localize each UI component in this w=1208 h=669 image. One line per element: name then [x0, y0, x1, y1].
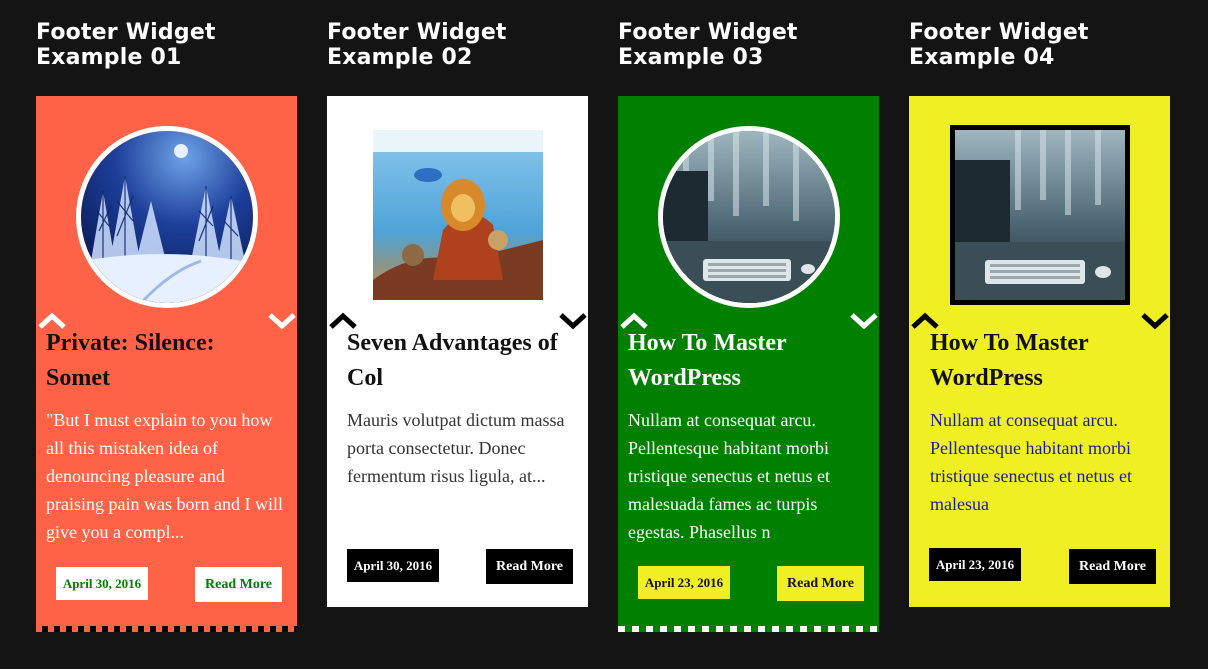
read-more-button[interactable]: Read More — [1069, 549, 1156, 584]
widget-heading: Footer Widget Example 02 — [327, 20, 507, 70]
post-title[interactable]: Private: Silence: Somet — [46, 326, 278, 396]
dashed-border — [618, 626, 879, 632]
post-thumbnail[interactable] — [657, 126, 840, 308]
post-card: Seven Advantages of Col Mauris volutpat … — [327, 96, 588, 607]
post-title[interactable]: How To Master WordPress — [628, 326, 860, 396]
widget-heading: Footer Widget Example 03 — [618, 20, 798, 70]
post-thumbnail[interactable] — [949, 125, 1130, 305]
post-excerpt: Mauris volutpat dictum massa porta conse… — [347, 410, 565, 486]
post-title[interactable]: Seven Advantages of Col — [347, 326, 579, 396]
post-excerpt: Nullam at consequat arcu. Pellentesque h… — [930, 410, 1132, 514]
post-excerpt: "But I must explain to you how all this … — [46, 410, 283, 542]
post-title[interactable]: How To Master WordPress — [930, 326, 1162, 396]
post-card: How To Master WordPress Nullam at conseq… — [618, 96, 879, 632]
post-date: April 23, 2016 — [929, 548, 1021, 581]
post-date: April 30, 2016 — [56, 567, 148, 600]
read-more-button[interactable]: Read More — [486, 549, 573, 584]
post-date: April 23, 2016 — [638, 566, 730, 599]
post-thumbnail[interactable] — [75, 126, 258, 308]
post-thumbnail[interactable] — [372, 130, 543, 300]
dashed-border — [36, 626, 297, 632]
read-more-button[interactable]: Read More — [777, 566, 864, 601]
read-more-button[interactable]: Read More — [195, 567, 282, 602]
post-card: How To Master WordPress Nullam at conseq… — [909, 96, 1170, 607]
post-date: April 30, 2016 — [347, 549, 439, 582]
widget-heading: Footer Widget Example 01 — [36, 20, 216, 70]
post-card: Private: Silence: Somet "But I must expl… — [36, 96, 297, 632]
widget-heading: Footer Widget Example 04 — [909, 20, 1089, 70]
post-excerpt: Nullam at consequat arcu. Pellentesque h… — [628, 410, 830, 542]
